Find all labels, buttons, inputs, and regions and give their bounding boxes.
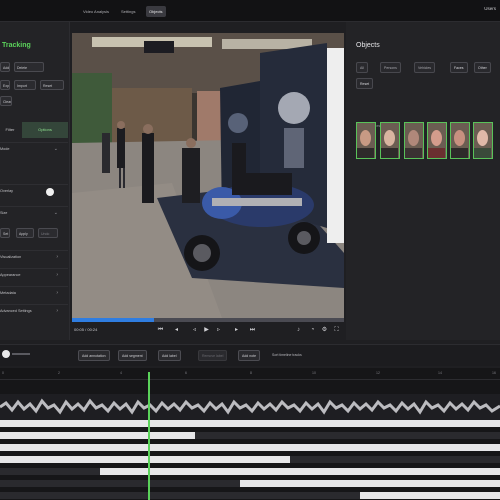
row-size-label: Size [0,211,8,215]
step-forward-icon[interactable]: ▹ [214,326,223,335]
chevron-right-icon: › [56,254,58,260]
left-panel: Tracking Add Delete Export Import Reset … [0,22,70,340]
undo-button[interactable]: Undo [38,228,58,238]
filter-persons-button[interactable]: Persons [380,62,401,73]
add-segment-button[interactable]: Add segment [118,350,147,361]
timeline-toolbar: Add annotation Add segment Add label Rem… [0,344,500,366]
add-label-button[interactable]: Add label [158,350,181,361]
track-segment[interactable] [0,444,500,451]
filter-faces-button[interactable]: Faces [450,62,468,73]
segment-filter[interactable]: Filter [0,122,20,138]
skip-back-icon[interactable]: ⏮ [156,326,165,335]
video-progress-bar[interactable] [72,318,344,322]
filter-vehicles-button[interactable]: Vehicles [414,62,436,73]
volume-slider[interactable] [12,353,30,355]
clear-button[interactable]: Clear [0,96,12,106]
ruler-tick: 8 [250,371,252,375]
ruler-tick: 4 [120,371,122,375]
face-thumbnail[interactable] [356,122,376,159]
tab-settings[interactable]: Settings [118,6,138,17]
chevron-down-icon: ⌄ [53,210,58,216]
step-back-icon[interactable]: ◃ [190,326,199,335]
settings-icon[interactable]: ⚙ [320,326,329,335]
row-overlay-label: Overlay [0,189,14,193]
video-progress-fill [72,318,154,322]
user-menu[interactable]: Users [484,6,496,11]
export-button[interactable]: Export [0,80,10,90]
timeline-playhead[interactable] [148,372,150,500]
video-player[interactable] [72,33,344,318]
volume-icon[interactable]: ♪ [294,326,303,335]
face-thumbnail[interactable] [450,122,470,159]
remove-label-button[interactable]: Remove label [198,350,228,361]
play-icon[interactable]: ▶ [202,326,211,335]
right-panel-title: Objects [356,42,380,49]
chevron-right-icon: › [56,308,58,314]
section-metadata[interactable]: Metadata › [0,286,68,300]
ruler-tick: 12 [376,371,380,375]
fullscreen-icon[interactable]: ⛶ [332,326,341,335]
track-segment[interactable] [100,468,500,475]
frame-back-icon[interactable]: ◂ [172,326,181,335]
ruler-tick: 2 [58,371,60,375]
section-appearance-label: Appearance [0,273,21,277]
reset-filter-button[interactable]: Reset [356,78,374,89]
tab-video-analysis[interactable]: Video Analysis [80,6,112,17]
ruler-tick: 14 [438,371,442,375]
row-mode[interactable]: Mode ⌄ [0,142,68,156]
ruler-tick: 16 [492,371,496,375]
chevron-right-icon: › [56,272,58,278]
speed-icon[interactable]: ◔ [308,326,317,335]
section-advanced-label: Advanced Settings [0,309,32,313]
top-bar: Video Analysis Settings Objects Users [0,0,500,22]
face-thumbnail[interactable] [473,122,493,159]
section-metadata-label: Metadata [0,291,16,295]
face-thumbnail[interactable] [427,122,447,159]
set-button[interactable]: Set [0,228,10,238]
face-thumbnail[interactable] [404,122,424,159]
track-segment[interactable] [0,420,500,427]
filter-all-button[interactable]: All [356,62,368,73]
skip-forward-icon[interactable]: ⏭ [248,326,257,335]
reset-button[interactable]: Reset [40,80,64,90]
timeline-ruler: 0 2 4 6 8 10 12 14 16 [0,368,500,380]
filter-other-button[interactable]: Other [474,62,491,73]
sort-tracks-label[interactable]: Sort timeline tracks [272,353,302,357]
transport-controls: 00:05 / 00:24 ⏮ ◂ ◃ ▶ ▹ ▸ ⏭ ♪ ◔ ⚙ ⛶ [72,324,344,338]
add-button[interactable]: Add [0,62,10,72]
timecode: 00:05 / 00:24 [74,327,98,332]
ruler-tick: 10 [312,371,316,375]
left-panel-title: Tracking [2,42,31,49]
section-visualization-label: Visualization [0,255,22,259]
timeline[interactable]: 0 2 4 6 8 10 12 14 16 [0,368,500,500]
section-visualization[interactable]: Visualization › [0,250,68,264]
video-frame-image [72,33,344,318]
segment-options[interactable]: Options [22,122,68,138]
add-note-button[interactable]: Add note [238,350,261,361]
overlay-toggle[interactable] [46,188,54,196]
chevron-down-icon: ⌄ [53,146,58,152]
track-segment[interactable] [0,432,195,439]
face-thumbnail[interactable] [380,122,400,159]
audio-waveform[interactable] [0,394,500,420]
volume-knob[interactable] [2,350,10,358]
row-mode-label: Mode [0,147,10,151]
apply-button[interactable]: Apply [16,228,34,238]
add-annotation-button[interactable]: Add annotation [78,350,110,361]
import-button[interactable]: Import [14,80,36,90]
row-size[interactable]: Size ⌄ [0,206,68,220]
right-panel: Objects All Persons Vehicles Faces Other… [346,22,500,340]
delete-button[interactable]: Delete [14,62,44,72]
frame-forward-icon[interactable]: ▸ [232,326,241,335]
section-appearance[interactable]: Appearance › [0,268,68,282]
section-advanced[interactable]: Advanced Settings › [0,304,68,318]
track-segment[interactable] [0,456,290,463]
ruler-tick: 6 [185,371,187,375]
ruler-tick: 0 [2,371,4,375]
track-segment[interactable] [360,492,500,499]
chevron-right-icon: › [56,290,58,296]
tab-objects[interactable]: Objects [146,6,166,17]
track-segment[interactable] [240,480,500,487]
row-overlay[interactable]: Overlay [0,184,68,198]
